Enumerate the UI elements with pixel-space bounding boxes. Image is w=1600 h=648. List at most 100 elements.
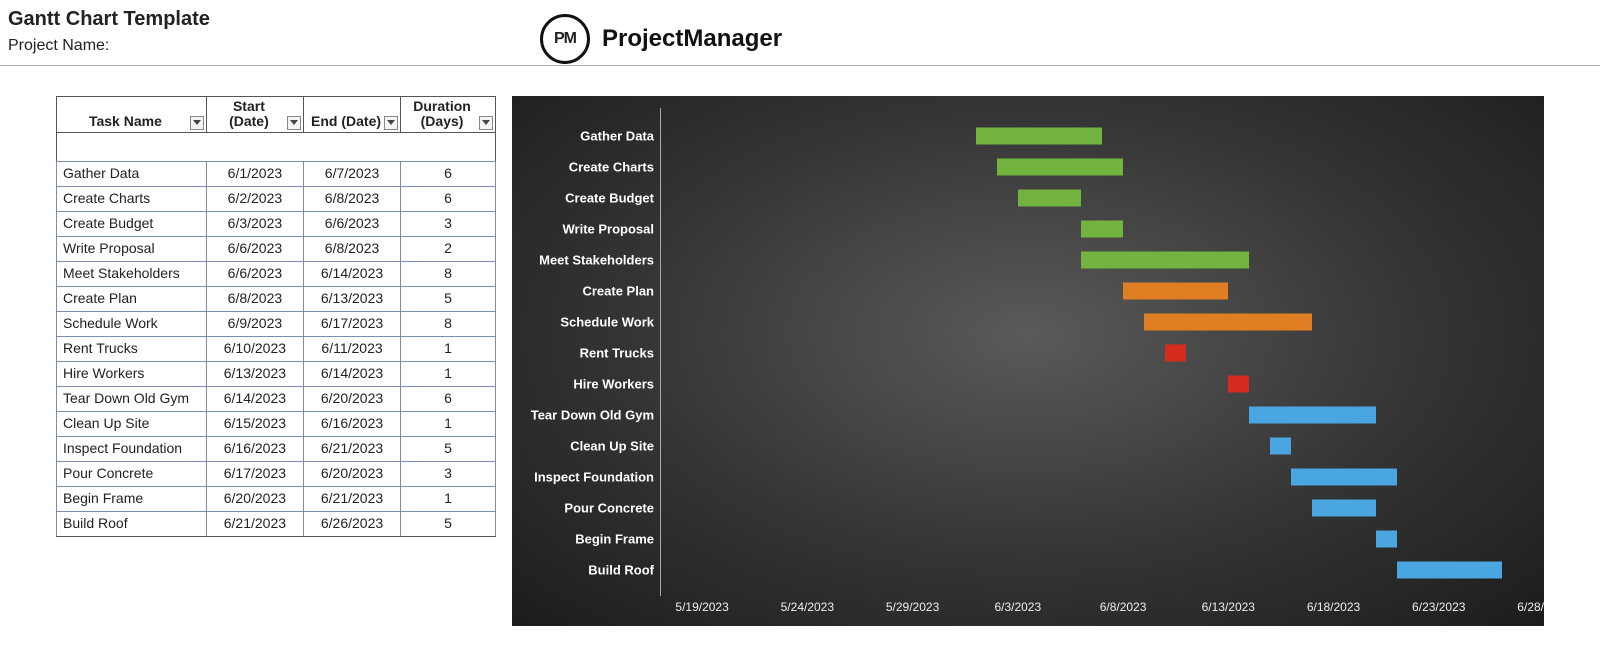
cell-duration[interactable]: 1 (401, 336, 496, 361)
gantt-bar[interactable] (976, 127, 1102, 144)
table-row[interactable]: Create Charts6/2/20236/8/20236 (57, 186, 496, 211)
cell-task-name[interactable]: Build Roof (57, 511, 207, 536)
cell-start[interactable]: 6/20/2023 (206, 486, 303, 511)
cell-start[interactable]: 6/21/2023 (206, 511, 303, 536)
cell-end[interactable]: 6/11/2023 (303, 336, 400, 361)
cell-end[interactable]: 6/8/2023 (303, 186, 400, 211)
cell-duration[interactable]: 5 (401, 286, 496, 311)
brand-logo-text: PM (554, 30, 576, 48)
filter-icon[interactable] (190, 116, 204, 130)
table-row[interactable]: Schedule Work6/9/20236/17/20238 (57, 311, 496, 336)
cell-task-name[interactable]: Hire Workers (57, 361, 207, 386)
cell-duration[interactable]: 6 (401, 186, 496, 211)
filter-icon[interactable] (479, 116, 493, 130)
gantt-bar[interactable] (1228, 376, 1249, 393)
table-row[interactable]: Rent Trucks6/10/20236/11/20231 (57, 336, 496, 361)
cell-start[interactable]: 6/6/2023 (206, 261, 303, 286)
cell-end[interactable]: 6/14/2023 (303, 361, 400, 386)
cell-start[interactable]: 6/16/2023 (206, 436, 303, 461)
cell-task-name[interactable]: Create Plan (57, 286, 207, 311)
cell-task-name[interactable]: Write Proposal (57, 236, 207, 261)
gantt-bar[interactable] (997, 158, 1123, 175)
cell-start[interactable]: 6/3/2023 (206, 211, 303, 236)
x-tick-label: 5/24/2023 (781, 600, 834, 614)
gantt-bar[interactable] (1081, 251, 1249, 268)
cell-duration[interactable]: 2 (401, 236, 496, 261)
table-row[interactable]: Gather Data6/1/20236/7/20236 (57, 161, 496, 186)
cell-duration[interactable]: 6 (401, 161, 496, 186)
cell-duration[interactable]: 1 (401, 411, 496, 436)
table-row[interactable]: Hire Workers6/13/20236/14/20231 (57, 361, 496, 386)
cell-task-name[interactable]: Schedule Work (57, 311, 207, 336)
col-end[interactable]: End (Date) (303, 97, 400, 133)
cell-start[interactable]: 6/9/2023 (206, 311, 303, 336)
cell-start[interactable]: 6/1/2023 (206, 161, 303, 186)
gantt-bar[interactable] (1123, 282, 1228, 299)
cell-duration[interactable]: 3 (401, 211, 496, 236)
cell-task-name[interactable]: Begin Frame (57, 486, 207, 511)
cell-end[interactable]: 6/21/2023 (303, 486, 400, 511)
cell-duration[interactable]: 3 (401, 461, 496, 486)
cell-end[interactable]: 6/16/2023 (303, 411, 400, 436)
cell-start[interactable]: 6/6/2023 (206, 236, 303, 261)
cell-end[interactable]: 6/13/2023 (303, 286, 400, 311)
gantt-bar[interactable] (1312, 500, 1375, 517)
cell-end[interactable]: 6/17/2023 (303, 311, 400, 336)
cell-start[interactable]: 6/10/2023 (206, 336, 303, 361)
cell-start[interactable]: 6/17/2023 (206, 461, 303, 486)
col-start[interactable]: Start (Date) (206, 97, 303, 133)
table-row[interactable]: Write Proposal6/6/20236/8/20232 (57, 236, 496, 261)
cell-duration[interactable]: 1 (401, 361, 496, 386)
cell-end[interactable]: 6/14/2023 (303, 261, 400, 286)
cell-duration[interactable]: 1 (401, 486, 496, 511)
gantt-bar[interactable] (1376, 531, 1397, 548)
cell-end[interactable]: 6/6/2023 (303, 211, 400, 236)
cell-task-name[interactable]: Gather Data (57, 161, 207, 186)
cell-task-name[interactable]: Pour Concrete (57, 461, 207, 486)
cell-duration[interactable]: 5 (401, 436, 496, 461)
col-task-name[interactable]: Task Name (57, 97, 207, 133)
cell-end[interactable]: 6/20/2023 (303, 386, 400, 411)
cell-task-name[interactable]: Create Charts (57, 186, 207, 211)
filter-icon[interactable] (384, 116, 398, 130)
table-row[interactable]: Begin Frame6/20/20236/21/20231 (57, 486, 496, 511)
cell-start[interactable]: 6/13/2023 (206, 361, 303, 386)
gantt-bar[interactable] (1270, 438, 1291, 455)
gantt-bar[interactable] (1081, 220, 1123, 237)
table-row[interactable]: Inspect Foundation6/16/20236/21/20235 (57, 436, 496, 461)
table-row[interactable]: Meet Stakeholders6/6/20236/14/20238 (57, 261, 496, 286)
gantt-bar[interactable] (1144, 313, 1312, 330)
col-duration[interactable]: Duration (Days) (401, 97, 496, 133)
cell-task-name[interactable]: Inspect Foundation (57, 436, 207, 461)
cell-duration[interactable]: 6 (401, 386, 496, 411)
cell-end[interactable]: 6/20/2023 (303, 461, 400, 486)
cell-start[interactable]: 6/14/2023 (206, 386, 303, 411)
cell-end[interactable]: 6/26/2023 (303, 511, 400, 536)
table-row[interactable]: Build Roof6/21/20236/26/20235 (57, 511, 496, 536)
gantt-bar[interactable] (1018, 189, 1081, 206)
table-row[interactable]: Clean Up Site6/15/20236/16/20231 (57, 411, 496, 436)
cell-duration[interactable]: 8 (401, 261, 496, 286)
gantt-bar[interactable] (1249, 407, 1375, 424)
cell-task-name[interactable]: Tear Down Old Gym (57, 386, 207, 411)
cell-start[interactable]: 6/15/2023 (206, 411, 303, 436)
cell-duration[interactable]: 5 (401, 511, 496, 536)
cell-end[interactable]: 6/8/2023 (303, 236, 400, 261)
cell-task-name[interactable]: Clean Up Site (57, 411, 207, 436)
cell-start[interactable]: 6/8/2023 (206, 286, 303, 311)
table-row[interactable]: Pour Concrete6/17/20236/20/20233 (57, 461, 496, 486)
cell-task-name[interactable]: Create Budget (57, 211, 207, 236)
cell-end[interactable]: 6/7/2023 (303, 161, 400, 186)
table-row[interactable]: Create Plan6/8/20236/13/20235 (57, 286, 496, 311)
cell-task-name[interactable]: Meet Stakeholders (57, 261, 207, 286)
gantt-bar[interactable] (1165, 345, 1186, 362)
cell-end[interactable]: 6/21/2023 (303, 436, 400, 461)
table-row[interactable]: Tear Down Old Gym6/14/20236/20/20236 (57, 386, 496, 411)
cell-task-name[interactable]: Rent Trucks (57, 336, 207, 361)
cell-duration[interactable]: 8 (401, 311, 496, 336)
table-row[interactable]: Create Budget6/3/20236/6/20233 (57, 211, 496, 236)
cell-start[interactable]: 6/2/2023 (206, 186, 303, 211)
gantt-bar[interactable] (1291, 469, 1396, 486)
gantt-bar[interactable] (1397, 562, 1502, 579)
filter-icon[interactable] (287, 116, 301, 130)
